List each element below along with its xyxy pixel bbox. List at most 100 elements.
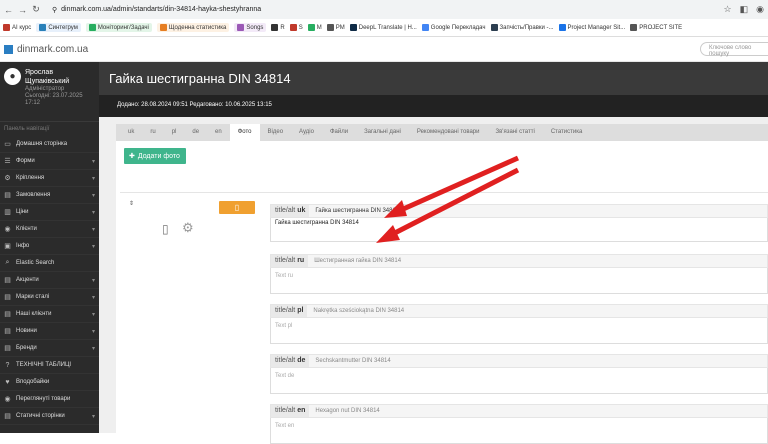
tab[interactable]: Зв'язані статті [488,124,543,141]
sidebar-item[interactable]: ▤ Бренди ▾ [0,340,99,357]
bookmark-item[interactable]: PROJECT SITE [630,24,682,31]
text-input[interactable]: Text en [270,418,768,444]
reload-icon[interactable]: ↻ [32,4,40,15]
text-input[interactable]: Text ru [270,268,768,294]
tab[interactable]: Фото [229,124,260,141]
sidebar-item-icon: ▣ [4,243,11,250]
drag-handle-icon[interactable]: ⇕ [129,200,134,207]
sidebar-item[interactable]: ▭ Домашня сторінка [0,136,99,153]
tab[interactable]: Відео [260,124,292,141]
site-logo[interactable]: dinmark.com.ua [4,44,88,55]
caret-down-icon: ▾ [91,328,95,335]
caret-down-icon: ▾ [91,413,95,420]
sidebar-item[interactable]: ▤ Акценти ▾ [0,272,99,289]
bookmark-item[interactable]: Запчість/Правки -... [490,24,554,31]
sidebar-item[interactable]: ♥ Вподобайки [0,374,99,391]
tab[interactable]: pl [164,124,185,141]
add-photo-label: Додати фото [137,152,180,160]
file-icon[interactable]: ▯ [162,222,169,236]
sidebar-item[interactable]: ▥ Ціни ▾ [0,204,99,221]
sidebar: ● Ярослав Щупаківський Адміністратор Сьо… [0,62,99,433]
nav-list: ▭ Домашня сторінка ☰ Форми ▾ ⚙ Кріплення ▾ ▤ Замо… [0,136,99,425]
bookmark-item[interactable]: Щоденна статистика [156,23,230,32]
bookmark-favicon-icon [326,24,334,31]
back-icon[interactable]: ← [4,5,13,15]
bookmark-favicon-icon [88,24,96,31]
settings-icon[interactable]: ⚙ [182,220,194,236]
site-info-icon[interactable]: ⚲ [52,6,57,14]
sidebar-item-icon: ◉ [4,226,11,233]
bookmark-item[interactable]: PM [326,24,345,31]
sidebar-item[interactable]: ☰ Форми ▾ [0,153,99,170]
bookmark-item[interactable]: Songs [234,23,267,32]
bookmark-item[interactable]: Синтегрум [36,23,81,32]
locale-title-row: title/alt en Hexagon nut DIN 34814 [270,404,768,418]
address-bar[interactable]: ⚲ dinmark.com.ua/admin/standarts/din-348… [46,3,718,17]
sidebar-item[interactable]: ◉ Клієнти ▾ [0,221,99,238]
caret-down-icon: ▾ [91,209,95,216]
tab[interactable]: Файли [322,124,356,141]
forward-icon[interactable]: → [18,5,27,15]
bookmark-item[interactable]: M [307,24,322,31]
tab[interactable]: Загальні дані [356,124,409,141]
site-search-input[interactable]: Ключове слово пошуку [700,42,768,57]
sidebar-item-icon: ▤ [4,311,11,318]
sidebar-item[interactable]: ▤ Наші клієнти ▾ [0,306,99,323]
sidebar-item[interactable]: ▤ Замовлення ▾ [0,187,99,204]
locale-label-text: title/alt [275,207,296,214]
bookmark-item[interactable]: Google Перекладач [421,24,486,31]
info-bar: Додано: 28.08.2024 09:51 Редаговано: 10.… [99,95,768,117]
locale-label: title/alt ru [271,255,309,267]
sidebar-item-icon: ♥ [5,378,10,386]
sidebar-item-label: Клієнти [16,226,37,232]
main-content: Гайка шестигранна DIN 34814 Додано: 28.0… [99,62,768,444]
sidebar-item[interactable]: ▣ Інфо ▾ [0,238,99,255]
user-role: Адміністратор [25,86,65,92]
bookmark-item[interactable]: S [289,24,303,31]
sidebar-item[interactable]: ⌕ Elastic Search [0,255,99,272]
text-input[interactable]: Text de [270,368,768,394]
text-input[interactable]: Гайка шестигранна DIN 34814 [270,218,768,242]
title-alt-input[interactable]: Hexagon nut DIN 34814 [309,408,379,414]
sidebar-item-icon: ☰ [4,158,11,165]
sidebar-item[interactable]: ▤ Марки сталі ▾ [0,289,99,306]
sidebar-item[interactable]: ⚙ Кріплення ▾ [0,170,99,187]
tab[interactable]: ru [142,124,163,141]
locale-title-row: title/alt pl Nakrętka sześciokątna DIN 34… [270,304,768,318]
tab[interactable]: Статистика [543,124,591,141]
title-alt-input[interactable]: Sechskantmutter DIN 34814 [309,358,390,364]
bookmark-favicon-icon [237,24,245,31]
sidebar-item[interactable]: ? ТЕХНІЧНІ ТАБЛИЦІ [0,357,99,374]
sidebar-item[interactable]: ◉ Переглянуті товари [0,391,99,408]
bookmark-star-icon[interactable]: ☆ [724,4,732,15]
bookmark-item[interactable]: R [271,24,285,31]
bookmark-item[interactable]: AI курс [3,24,31,31]
sidebar-item[interactable]: ▤ Новини ▾ [0,323,99,340]
bookmark-item[interactable]: Project Manager Sit... [558,24,625,31]
title-alt-input[interactable]: Гайка шестигранна DIN 34814 [309,208,399,214]
bookmark-label: DeepL Translate | Н... [358,24,417,31]
sidebar-item[interactable]: ▤ Статичні сторінки ▾ [0,408,99,425]
tab[interactable]: uk [120,124,142,141]
bookmark-item[interactable]: DeepL Translate | Н... [349,24,417,31]
extension-icon[interactable]: ◧ [740,4,749,15]
mobile-toggle-button[interactable]: ▯ [219,201,255,214]
add-photo-button[interactable]: ✚ Додати фото [124,148,186,164]
tab[interactable]: Аудіо [291,124,322,141]
tab[interactable]: de [184,124,207,141]
tab[interactable]: en [207,124,230,141]
bookmark-label: M [316,24,322,31]
bookmark-label: Songs [246,24,264,31]
bookmark-label: S [298,24,303,31]
profile-icon[interactable]: ◉ [756,4,764,15]
user-name-first: Ярослав [25,69,54,76]
title-alt-input[interactable]: Nakrętka sześciokątna DIN 34814 [307,308,404,314]
title-alt-input[interactable]: Шестигранная гайка DIN 34814 [308,258,401,264]
locale-label-text: title/alt [275,307,296,314]
avatar[interactable]: ● [4,68,21,85]
text-input[interactable]: Text pl [270,318,768,344]
tab-bar: uk ru pl de en Фото Відео Аудіо Файли Загальні да… [116,124,768,141]
tab[interactable]: Рекомендовані товари [409,124,488,141]
bookmark-item[interactable]: Моніторинг/Задачі [85,23,152,32]
bookmark-favicon-icon [490,24,498,31]
